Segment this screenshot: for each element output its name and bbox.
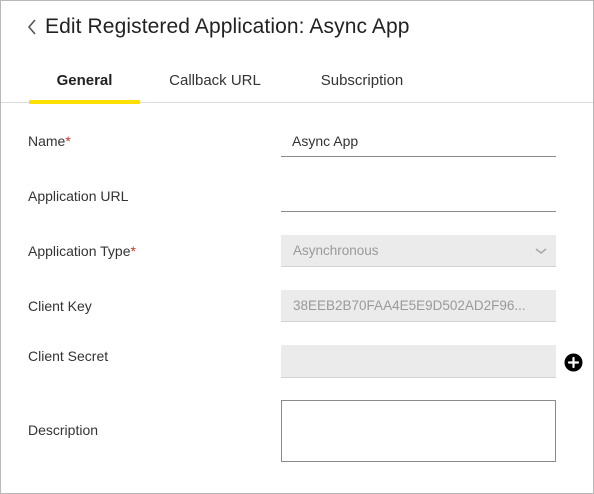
chevron-down-icon [535, 244, 547, 254]
plus-circle-icon[interactable] [564, 353, 583, 372]
description-textarea[interactable] [281, 400, 556, 462]
name-label: Name* [28, 133, 71, 149]
application-type-value: Asynchronous [293, 243, 379, 258]
active-tab-indicator [29, 100, 140, 104]
page-title: Edit Registered Application: Async App [45, 15, 410, 38]
page-header: Edit Registered Application: Async App [27, 13, 410, 41]
required-marker: * [65, 133, 71, 149]
tab-general[interactable]: General [29, 57, 140, 104]
tab-bar: General Callback URL Subscription [1, 57, 593, 104]
description-label: Description [28, 422, 99, 438]
tab-subscription[interactable]: Subscription [301, 57, 423, 103]
tab-general-label: General [56, 71, 113, 89]
chevron-left-icon[interactable] [27, 15, 41, 39]
application-url-input[interactable] [281, 181, 556, 212]
application-type-label: Application Type* [28, 243, 136, 259]
name-input[interactable]: Async App [281, 126, 556, 157]
application-type-select[interactable]: Asynchronous [281, 235, 556, 267]
edit-application-panel: Edit Registered Application: Async App G… [0, 0, 594, 494]
tab-callback-url-label: Callback URL [169, 71, 261, 89]
client-secret-field [281, 345, 556, 378]
application-type-label-text: Application Type [28, 243, 131, 259]
required-marker: * [130, 243, 136, 259]
client-secret-label: Client Secret [28, 348, 109, 364]
client-key-field: 38EEB2B70FAA4E5E9D502AD2F96... [281, 290, 556, 322]
client-key-label: Client Key [28, 298, 92, 314]
name-label-text: Name [28, 133, 66, 149]
tab-subscription-label: Subscription [320, 71, 404, 89]
tab-callback-url[interactable]: Callback URL [151, 57, 279, 103]
application-url-label: Application URL [28, 188, 129, 204]
